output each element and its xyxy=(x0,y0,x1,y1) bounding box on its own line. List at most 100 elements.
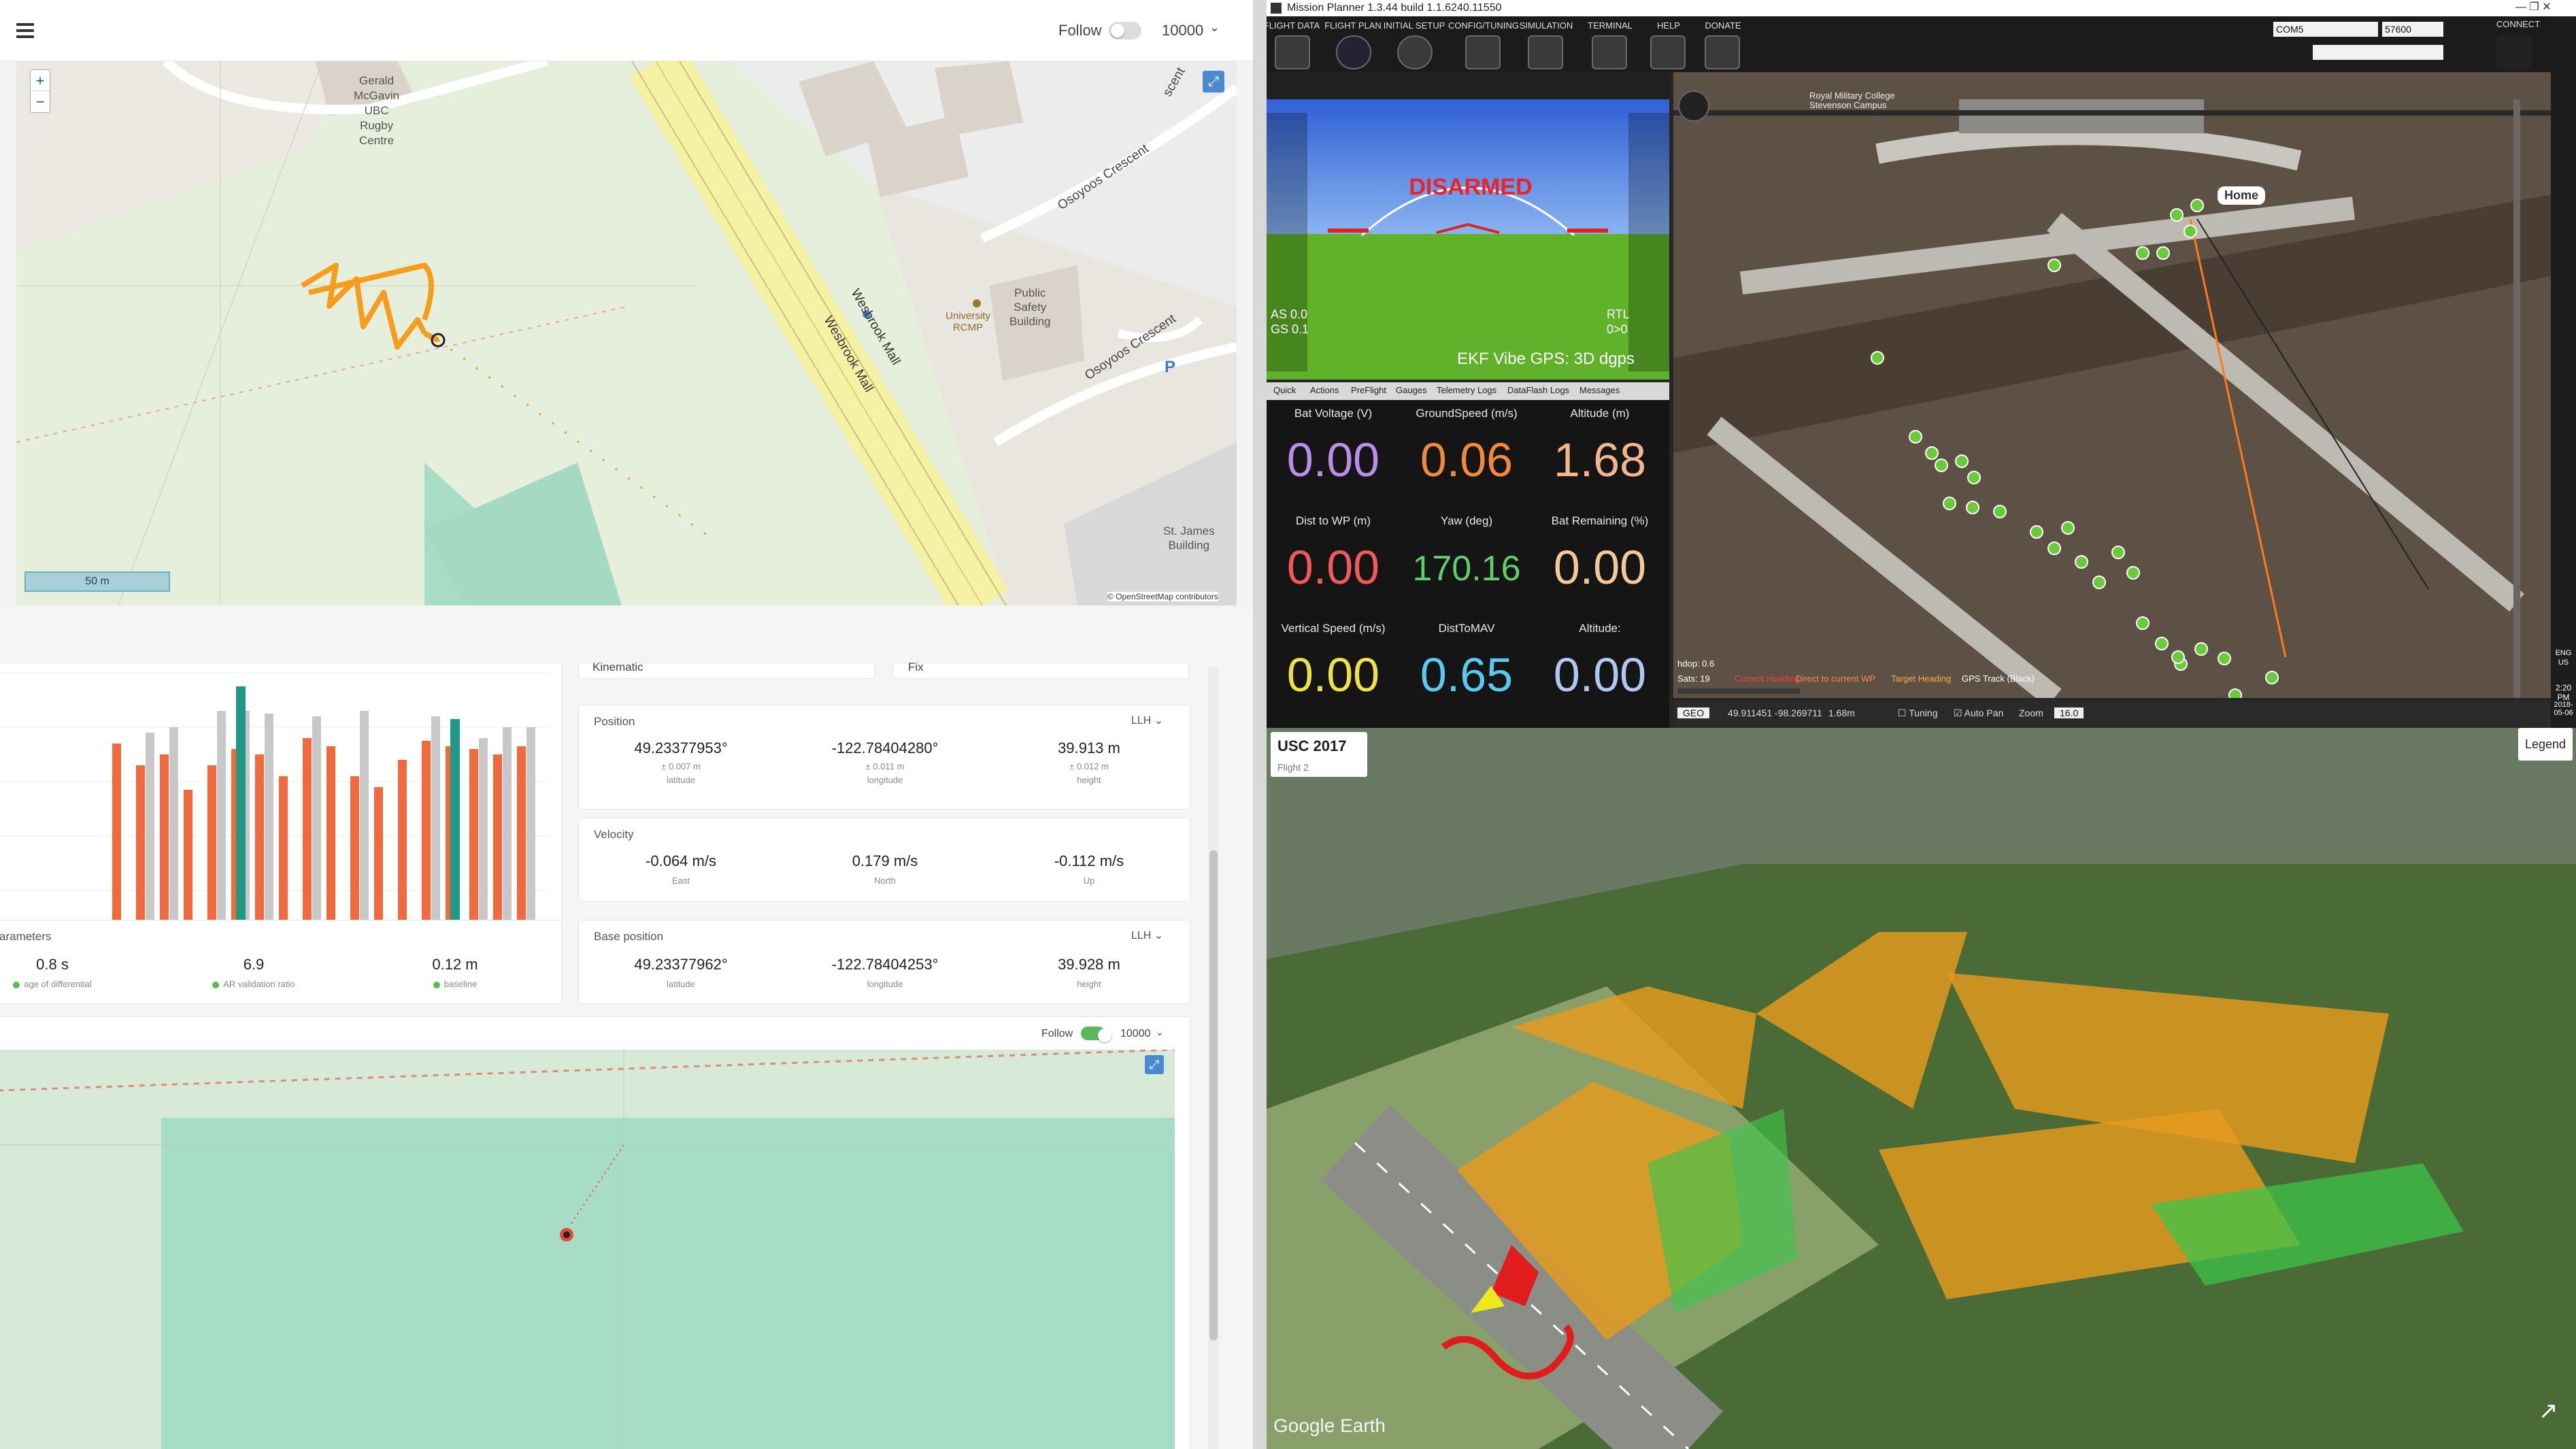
baud-select[interactable]: 57600 xyxy=(2382,22,2443,37)
velocity-east-label: East xyxy=(671,876,690,886)
position-height-acc: ± 0.012 m xyxy=(1069,761,1109,771)
hamburger-icon[interactable] xyxy=(16,23,34,38)
param-ratio-label: AR validation ratio xyxy=(152,979,356,989)
position-card: Position LLH ⌄ 49.23377953° ± 0.007 m la… xyxy=(578,705,1190,810)
map-toolbar: Follow 10000 ⌄ xyxy=(0,0,1253,61)
chart-bar xyxy=(450,719,460,945)
tab-messages[interactable]: Messages xyxy=(1579,385,1620,395)
signal-bar-chart: 135138G02G03G06G12G17G19G24G25G32R03R09R… xyxy=(0,672,549,959)
menu-donate[interactable]: DONATE xyxy=(1686,20,1760,31)
velocity-east: -0.064 m/s xyxy=(646,852,716,869)
velocity-title: Velocity xyxy=(594,828,634,841)
scrollbar[interactable] xyxy=(1208,667,1219,1449)
connect-plug-icon[interactable] xyxy=(2496,35,2532,69)
fullscreen-icon[interactable]: ⤢ xyxy=(1145,1055,1164,1074)
google-earth-logo: Google Earth xyxy=(1273,1415,1386,1436)
wrench-icon[interactable] xyxy=(1465,35,1501,69)
rtk-status-panel: 135138G02G03G06G12G17G19G24G25G32R03R09R… xyxy=(0,605,1253,1449)
rugby-centre-label: Gerald McGavin UBC Rugby Centre xyxy=(354,74,400,147)
tab-telemetry-logs[interactable]: Telemetry Logs xyxy=(1437,385,1496,395)
zoom-select-2[interactable]: 10000 xyxy=(1120,1028,1151,1040)
simulation-monitor-icon[interactable] xyxy=(1528,35,1563,69)
tuning-checkbox[interactable]: ☐ Tuning xyxy=(1898,707,1937,719)
base-longitude: -122.78404253° xyxy=(831,956,939,973)
campus-label: Royal Military College Stevenson Campus xyxy=(1809,90,1895,110)
parameters-title: arameters xyxy=(0,930,52,943)
autopan-checkbox[interactable]: ☑ Auto Pan xyxy=(1954,707,2003,719)
compass-icon[interactable]: ↗ xyxy=(2539,1397,2558,1425)
quick-bat-voltage[interactable]: Bat Voltage (V) 0.00 xyxy=(1267,403,1400,487)
scale-bar: 50 m xyxy=(24,571,170,592)
tab-preflight[interactable]: PreFlight xyxy=(1351,385,1386,395)
base-latitude-label: latitude xyxy=(667,979,695,989)
rover-map[interactable] xyxy=(0,1050,1175,1449)
map-status-strip xyxy=(1677,688,1800,694)
position-latitude: 49.23377953° xyxy=(634,739,728,756)
tab-gauges[interactable]: Gauges xyxy=(1396,385,1427,395)
legend-button[interactable]: Legend xyxy=(2518,728,2573,761)
quick-dist-to-mav[interactable]: DistToMAV 0.65 xyxy=(1400,618,1533,702)
connect-label[interactable]: CONNECT xyxy=(2484,19,2552,29)
map-controls-bar: GEO 49.911451 -98.269711 1.68m ☐ Tuning … xyxy=(1673,701,2551,728)
tab-actions[interactable]: Actions xyxy=(1310,385,1339,395)
quick-yaw[interactable]: Yaw (deg) 170.16 xyxy=(1400,510,1533,589)
terminal-icon[interactable] xyxy=(1592,35,1627,69)
follow-toggle-2[interactable] xyxy=(1081,1027,1111,1042)
position-longitude: -122.78404280° xyxy=(831,739,939,756)
mission-planner-window: Mission Planner 1.3.44 build 1.1.6240.11… xyxy=(1267,0,2576,728)
param-baseline-label: baseline xyxy=(353,979,557,989)
chevron-down-icon[interactable]: ⌄ xyxy=(1209,20,1220,35)
parameters-card: arameters 0.8 s age of differential 6.9 … xyxy=(0,920,562,1004)
help-monitor-icon[interactable] xyxy=(1650,35,1686,69)
chart-bar xyxy=(217,711,226,945)
base-mode-select[interactable]: LLH ⌄ xyxy=(1131,929,1163,942)
status-dot-icon xyxy=(13,981,20,988)
fix-status-card: Fix xyxy=(892,661,1189,679)
zoom-select[interactable]: 10000 xyxy=(1162,22,1203,39)
chevron-down-icon[interactable]: ⌄ xyxy=(1156,1027,1164,1038)
follow-toggle[interactable] xyxy=(1109,22,1141,39)
flight-map[interactable]: Home Royal Military College Stevenson Ca… xyxy=(1673,72,2551,698)
chart-bar xyxy=(398,760,407,945)
menu-initial-setup[interactable]: INITIAL SETUP xyxy=(1377,20,1452,31)
alt-text: 1.68m xyxy=(1828,707,1855,718)
zoom-in-button[interactable]: + xyxy=(31,70,50,91)
chart-bar xyxy=(479,738,488,945)
flight-data-icon[interactable] xyxy=(1275,35,1310,69)
quick-altitude-2[interactable]: Altitude: 0.00 xyxy=(1533,618,1667,702)
position-height-label: height xyxy=(1077,775,1101,785)
velocity-up-label: Up xyxy=(1083,876,1095,886)
quick-bat-remaining[interactable]: Bat Remaining (%) 0.00 xyxy=(1533,510,1667,595)
tab-dataflash-logs[interactable]: DataFlash Logs xyxy=(1507,385,1569,395)
legend-direct-wp: Direct to current WP xyxy=(1796,673,1876,684)
coord-mode-select[interactable]: GEO xyxy=(1677,707,1710,718)
screen-collage: { "left_top": { "menu_icon": "hamburger-… xyxy=(0,0,2576,1449)
gear-icon[interactable] xyxy=(1397,35,1433,69)
com-port-select[interactable]: COM5 xyxy=(2273,22,2378,37)
zoom-out-button[interactable]: − xyxy=(31,91,50,112)
window-controls[interactable]: — ❐ ✕ xyxy=(2515,0,2552,14)
profile-select[interactable] xyxy=(2313,45,2443,60)
scrollbar-thumb[interactable] xyxy=(1209,850,1218,1340)
position-height: 39.913 m xyxy=(1058,739,1120,756)
signal-chart-card: 135138G02G03G06G12G17G19G24G25G32R03R09R… xyxy=(0,663,562,962)
street-map[interactable]: + − ⤢ 50 m © OpenStreetMap contributors … xyxy=(16,61,1237,605)
chart-bar xyxy=(236,686,246,945)
chart-bar xyxy=(207,765,216,945)
quick-groundspeed[interactable]: GroundSpeed (m/s) 0.06 xyxy=(1400,403,1533,487)
globe-icon[interactable] xyxy=(1336,35,1371,69)
zoom-input[interactable]: 16.0 xyxy=(2054,707,2084,718)
home-marker-label[interactable]: Home xyxy=(2218,186,2266,205)
hud[interactable]: DISARMED EKF Vibe GPS: 3D dgps AS 0.0 GS… xyxy=(1267,72,1669,380)
quick-altitude[interactable]: Altitude (m) 1.68 xyxy=(1533,403,1667,487)
quick-vertical-speed[interactable]: Vertical Speed (m/s) 0.00 xyxy=(1267,618,1400,702)
param-ratio: 6.9 xyxy=(243,956,265,973)
donate-plane-icon[interactable] xyxy=(1705,35,1740,69)
clock: 2:20 PM xyxy=(2555,683,2572,702)
quick-dist-to-wp[interactable]: Dist to WP (m) 0.00 xyxy=(1267,510,1400,595)
fullscreen-icon[interactable]: ⤢ xyxy=(1203,71,1224,93)
google-earth-view[interactable]: USC 2017 Flight 2 Legend Google Earth ↗ xyxy=(1267,728,2576,1449)
parking-icon: P xyxy=(1165,358,1176,376)
tab-quick[interactable]: Quick xyxy=(1273,385,1296,395)
position-mode-select[interactable]: LLH ⌄ xyxy=(1131,714,1163,727)
